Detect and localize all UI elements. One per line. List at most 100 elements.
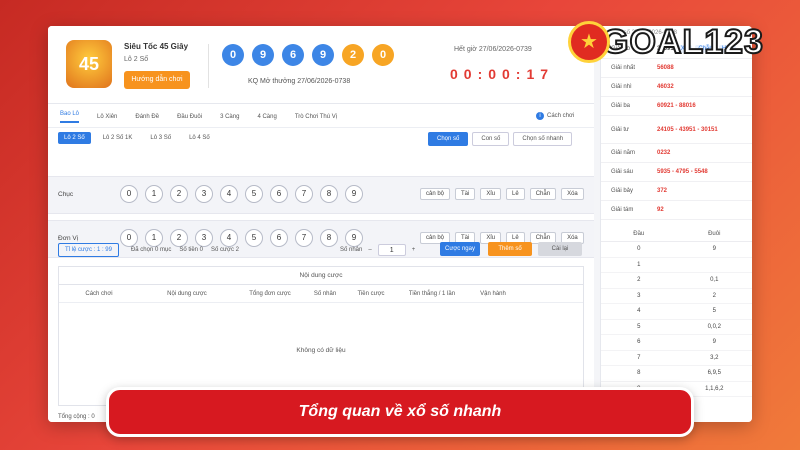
choose-mode-button[interactable]: Con số bbox=[472, 132, 510, 146]
head-value: 6 bbox=[637, 339, 641, 346]
choose-mode-group: Chọn số Con số Chọn số nhanh bbox=[428, 132, 573, 146]
digit-button[interactable]: 8 bbox=[320, 185, 338, 203]
head-value: 0 bbox=[637, 246, 641, 253]
plus-button[interactable]: + bbox=[412, 247, 416, 253]
digit-button[interactable]: 6 bbox=[270, 185, 288, 203]
head-tail-row: 5 0,0,2 bbox=[601, 320, 752, 335]
order-column-header: Tiền cược bbox=[357, 290, 385, 297]
result-ball: 0 bbox=[372, 44, 394, 66]
digit-button[interactable]: 2 bbox=[170, 185, 188, 203]
head-value: 2 bbox=[637, 277, 641, 284]
tab-item[interactable]: 4 Càng bbox=[257, 114, 276, 120]
quick-select-button[interactable]: Chẵn bbox=[529, 188, 557, 200]
game-name: Siêu Tốc 45 Giây bbox=[124, 42, 189, 51]
app-window: 45 Siêu Tốc 45 Giây Lô 2 Số Hướng dẫn ch… bbox=[48, 26, 752, 422]
subtab-item[interactable]: Lô 2 Số bbox=[58, 132, 91, 144]
total-label: Tổng cộng : 0 bbox=[58, 414, 95, 420]
order-column-header: Tổng đơn cược bbox=[249, 290, 291, 297]
bet-count: Số cược 2 bbox=[211, 247, 239, 253]
tab-item[interactable]: Trò Chơi Thú Vị bbox=[295, 114, 337, 120]
tail-value: 6,9,5 bbox=[707, 370, 721, 377]
subtab-item[interactable]: Lô 4 Số bbox=[183, 132, 216, 144]
order-column-header: Tiền thắng / 1 lần bbox=[408, 290, 456, 297]
head-tail-row: 69 bbox=[601, 335, 752, 351]
head-tail-row: 1 bbox=[601, 258, 752, 273]
row-label: Chục bbox=[58, 191, 74, 198]
order-title: Nội dung cược bbox=[59, 267, 583, 285]
tab-item[interactable]: Lô Xiên bbox=[97, 114, 117, 120]
chosen-count: Đã chọn 0 mục bbox=[130, 247, 172, 253]
prize-label: Giải tư bbox=[611, 126, 630, 133]
prize-row: Giải ba 60921 - 88016 bbox=[601, 97, 752, 116]
game-subtitle: Lô 2 Số bbox=[124, 56, 149, 63]
tail-value: 9 bbox=[712, 246, 716, 253]
result-ball: 2 bbox=[342, 44, 364, 66]
prize-value: 5935 - 4795 - 5548 bbox=[657, 169, 708, 175]
digit-button[interactable]: 4 bbox=[220, 185, 238, 203]
digit-button[interactable]: 9 bbox=[345, 185, 363, 203]
choose-mode-button[interactable]: Chọn số bbox=[428, 132, 469, 146]
game-header: 45 Siêu Tốc 45 Giây Lô 2 Số Hướng dẫn ch… bbox=[48, 26, 594, 104]
prize-value: 0232 bbox=[657, 150, 671, 156]
digit-button[interactable]: 3 bbox=[195, 185, 213, 203]
digit-button[interactable]: 0 bbox=[120, 185, 138, 203]
tab-item[interactable]: Đầu Đuôi bbox=[177, 114, 202, 120]
guide-button[interactable]: Hướng dẫn chơi bbox=[124, 71, 190, 89]
choose-mode-button[interactable]: Chọn số nhanh bbox=[513, 132, 573, 146]
empty-message: Không có dữ liệu bbox=[296, 347, 346, 354]
howto-link[interactable]: i Cách chơi bbox=[536, 112, 574, 120]
prize-row: Giải bảy 372 bbox=[601, 182, 752, 201]
bet-now-button[interactable]: Cược ngay bbox=[440, 242, 480, 256]
minus-button[interactable]: – bbox=[368, 247, 371, 253]
quick-select-button[interactable]: Tài bbox=[455, 188, 476, 200]
brand-logo: ★ GOAL123 bbox=[568, 18, 782, 66]
star-icon: ★ bbox=[568, 21, 610, 63]
prize-label: Giải bảy bbox=[611, 188, 634, 194]
order-table: Nội dung cược Cách chơi Nội dung cược Tổng… bbox=[58, 266, 584, 406]
tail-value: 0,0,2 bbox=[707, 323, 721, 330]
head-value: 7 bbox=[637, 354, 641, 361]
digit-button[interactable]: 5 bbox=[245, 185, 263, 203]
order-column-header: Số nhân bbox=[313, 290, 337, 297]
digit-button[interactable]: 7 bbox=[295, 185, 313, 203]
head-tail-table: 09120,1324550,0,26973,286,9,591,1,6,2 bbox=[601, 242, 752, 397]
game-logo: 45 bbox=[66, 40, 112, 88]
digit-row-tens: Chục 0123456789 cản bộ Tài Xỉu Lẻ Chẵn Xóa bbox=[48, 176, 594, 214]
reset-button[interactable]: Cài lại bbox=[538, 242, 582, 256]
caption-banner: Tổng quan về xổ số nhanh bbox=[106, 387, 694, 437]
subtab-item[interactable]: Lô 3 Số bbox=[144, 132, 177, 144]
add-number-button[interactable]: Thêm số bbox=[488, 242, 532, 256]
prize-label: Giải ba bbox=[611, 103, 631, 109]
tab-item[interactable]: 3 Càng bbox=[220, 114, 239, 120]
quick-select-button[interactable]: Lẻ bbox=[506, 188, 525, 200]
digit-button[interactable]: 1 bbox=[145, 185, 163, 203]
prize-value: 46032 bbox=[657, 84, 674, 90]
digit-buttons: 0123456789 bbox=[120, 185, 363, 203]
head-tail-row: 7 3,2 bbox=[601, 351, 752, 366]
order-column-header: Nội dung cược bbox=[167, 290, 207, 297]
subtab-item[interactable]: Lô 2 Số 1K bbox=[97, 132, 139, 144]
tail-value: 2 bbox=[712, 292, 716, 299]
prize-row: Giải nhì 46032 bbox=[601, 78, 752, 97]
quick-select-button[interactable]: cản bộ bbox=[420, 188, 451, 200]
results-sidebar: Lượt số 27/06/2026-0738 Giải đb 39691 Xỉu C… bbox=[600, 26, 752, 422]
head-value: 4 bbox=[637, 308, 641, 315]
multiplier-input[interactable]: 1 bbox=[377, 244, 406, 256]
head-tail-header: Đầu Đuôi bbox=[601, 226, 752, 242]
prize-label: Giải tám bbox=[611, 207, 634, 213]
prize-value: 60921 - 88016 bbox=[657, 103, 696, 109]
tail-value: 5 bbox=[712, 308, 716, 315]
quick-select-button[interactable]: Xóa bbox=[561, 188, 584, 200]
order-column-header: Cách chơi bbox=[85, 290, 113, 297]
quick-select-button[interactable]: Xỉu bbox=[480, 188, 502, 200]
howto-label: Cách chơi bbox=[547, 113, 575, 119]
head-tail-row: 32 bbox=[601, 289, 752, 304]
result-ball: 0 bbox=[222, 44, 244, 66]
tail-value: 9 bbox=[712, 339, 716, 346]
result-balls: 096920 bbox=[222, 44, 394, 66]
tail-value: 3,2 bbox=[710, 354, 719, 361]
info-icon: i bbox=[536, 112, 544, 120]
multiplier-label: Số nhân bbox=[340, 247, 363, 253]
tab-item[interactable]: Đánh Đề bbox=[135, 114, 159, 120]
tab-item[interactable]: Bao Lô bbox=[60, 111, 80, 123]
